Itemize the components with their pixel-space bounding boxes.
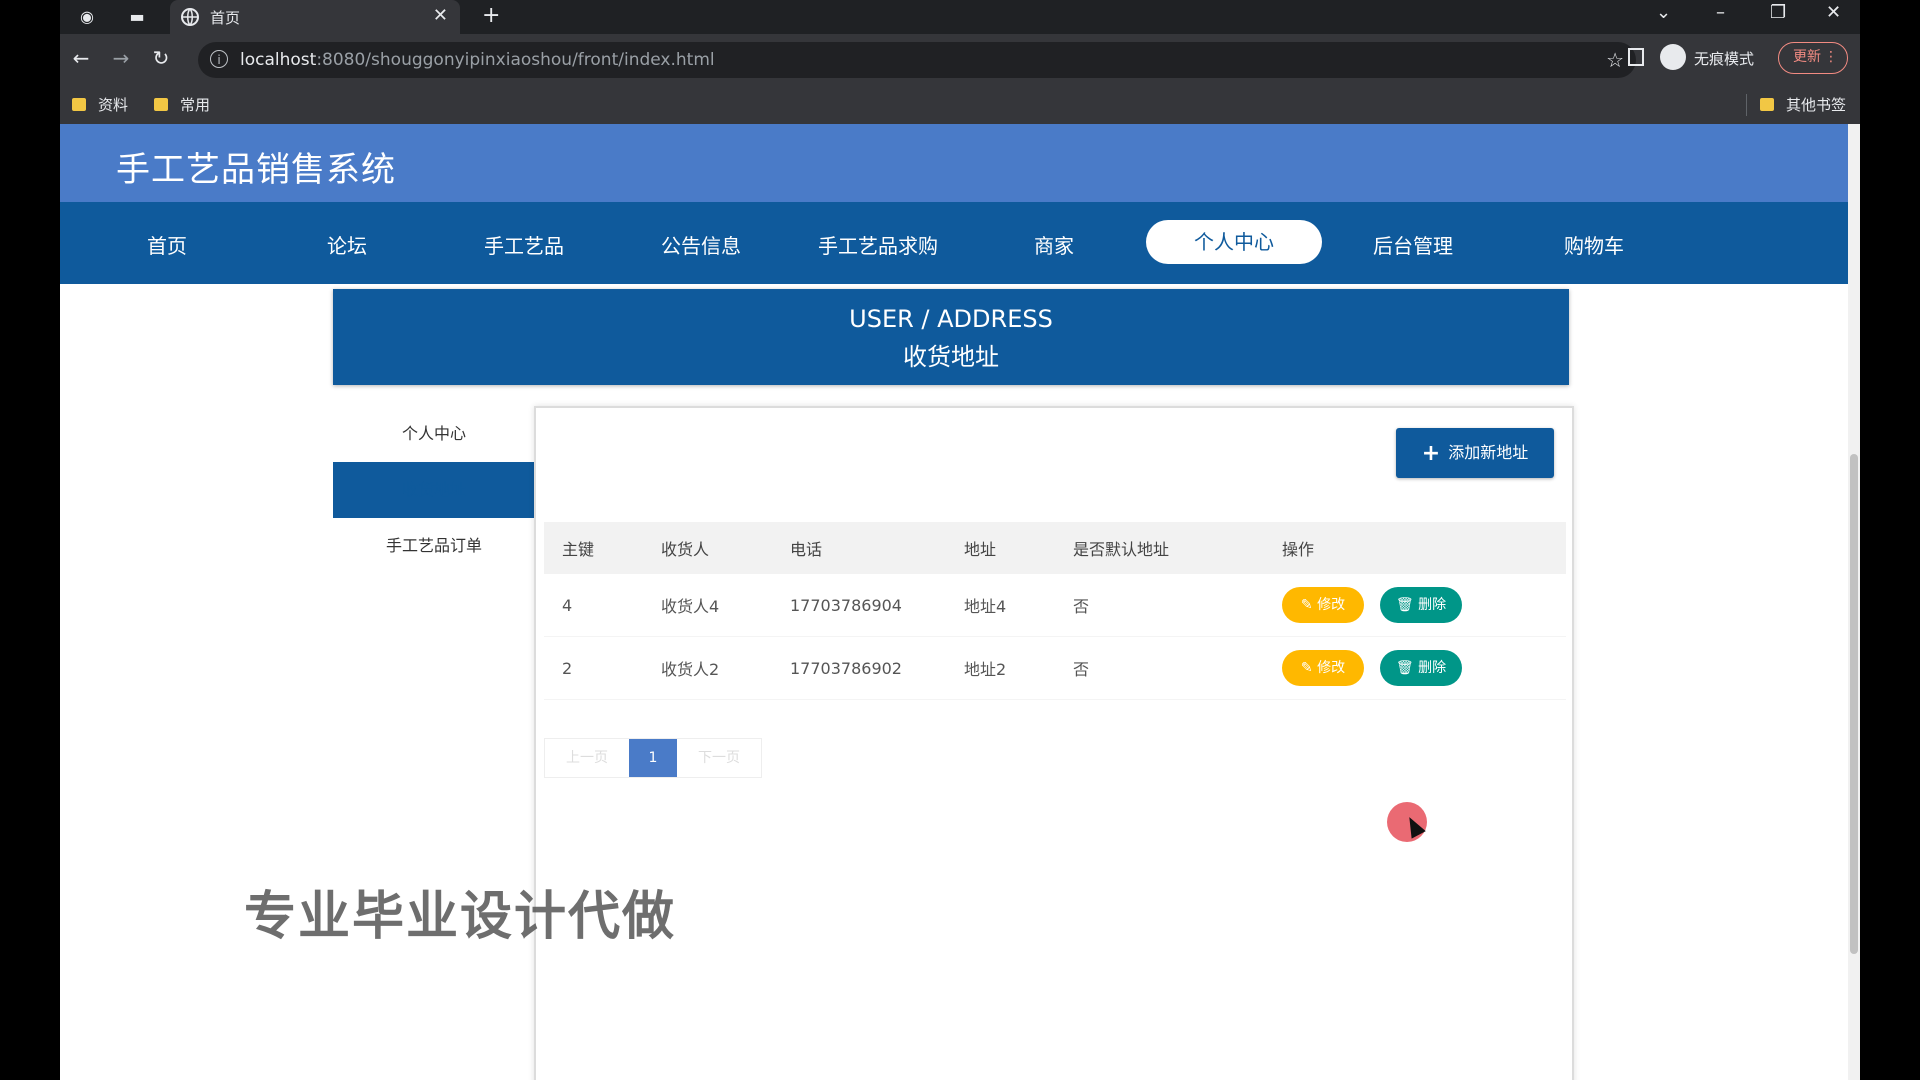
other-bookmarks[interactable]: 其他书签 bbox=[1760, 94, 1846, 115]
bookmark-divider bbox=[1746, 94, 1747, 116]
banner-en-title: USER / ADDRESS bbox=[849, 305, 1053, 333]
plus-icon: + bbox=[1421, 441, 1441, 466]
pencil-icon: ✎ bbox=[1300, 597, 1318, 613]
browser-window: ◉ ▬ 首页 ✕ + ⌄ – ❐ ✕ ← → ↻ i localhost:808… bbox=[60, 0, 1860, 1080]
main-nav: 首页 论坛 手工艺品 公告信息 手工艺品求购 商家 个人中心 后台管理 购物车 bbox=[60, 202, 1848, 284]
minimize-icon[interactable]: – bbox=[1716, 2, 1725, 23]
reload-icon[interactable]: ↻ bbox=[148, 46, 174, 70]
watermark-text: 专业毕业设计代做 bbox=[244, 887, 677, 947]
window-icon[interactable]: ▬ bbox=[126, 6, 148, 28]
cell-phone: 17703786902 bbox=[772, 636, 946, 700]
incognito-icon[interactable] bbox=[1660, 44, 1686, 70]
tab-title: 首页 bbox=[210, 9, 241, 27]
sidebar: 个人中心 收货地址 手工艺品订单 bbox=[333, 406, 535, 574]
side-panel-icon[interactable] bbox=[1628, 48, 1644, 66]
pencil-icon: ✎ bbox=[1300, 660, 1318, 676]
delete-button[interactable]: 🗑 删除 bbox=[1380, 587, 1462, 623]
sidebar-item-orders[interactable]: 手工艺品订单 bbox=[333, 518, 535, 574]
tab-favicon-icon bbox=[181, 8, 199, 26]
next-page-button[interactable]: 下一页 bbox=[677, 739, 761, 777]
prev-page-button[interactable]: 上一页 bbox=[545, 739, 629, 777]
nav-admin[interactable]: 后台管理 bbox=[1338, 230, 1488, 259]
web-page: 手工艺品销售系统 首页 论坛 手工艺品 公告信息 手工艺品求购 商家 个人中心 … bbox=[60, 124, 1848, 1080]
cell-default: 否 bbox=[1055, 636, 1264, 700]
forward-icon[interactable]: → bbox=[108, 46, 134, 70]
trash-icon: 🗑 bbox=[1395, 597, 1419, 613]
restore-icon[interactable]: ❐ bbox=[1770, 2, 1786, 23]
trash-icon: 🗑 bbox=[1395, 660, 1419, 676]
column-header: 收货人 bbox=[643, 522, 772, 574]
table-header: 主键 收货人 电话 地址 是否默认地址 操作 bbox=[544, 522, 1566, 574]
pagination: 上一页 1 下一页 bbox=[544, 738, 762, 778]
cell-name: 收货人4 bbox=[643, 574, 772, 637]
nav-merchants[interactable]: 商家 bbox=[979, 230, 1129, 259]
close-window-icon[interactable]: ✕ bbox=[1826, 2, 1841, 23]
nav-announcements[interactable]: 公告信息 bbox=[626, 230, 776, 259]
bookmark-folder[interactable]: 常用 bbox=[154, 94, 210, 115]
column-header: 是否默认地址 bbox=[1055, 522, 1264, 574]
cell-id: 2 bbox=[544, 636, 643, 700]
folder-icon bbox=[72, 98, 86, 111]
tab-bar: ◉ ▬ 首页 ✕ + ⌄ – ❐ ✕ bbox=[60, 0, 1860, 34]
current-page-button[interactable]: 1 bbox=[629, 739, 677, 777]
banner-cn-title: 收货地址 bbox=[903, 343, 999, 371]
edit-button[interactable]: ✎ 修改 bbox=[1282, 587, 1364, 623]
bookmark-folder[interactable]: 资料 bbox=[72, 94, 128, 115]
add-address-button[interactable]: + 添加新地址 bbox=[1396, 428, 1554, 478]
cell-actions: ✎ 修改 🗑 删除 bbox=[1264, 574, 1566, 637]
cell-default: 否 bbox=[1055, 574, 1264, 637]
nav-forum[interactable]: 论坛 bbox=[272, 230, 422, 259]
cell-address: 地址4 bbox=[946, 574, 1055, 637]
bookmark-star-icon[interactable]: ☆ bbox=[1606, 48, 1624, 72]
globe-icon[interactable]: ◉ bbox=[76, 6, 98, 28]
cell-actions: ✎ 修改 🗑 删除 bbox=[1264, 636, 1566, 700]
close-tab-icon[interactable]: ✕ bbox=[433, 5, 448, 26]
menu-dots-icon[interactable]: ⋮ bbox=[1824, 43, 1838, 72]
column-header: 主键 bbox=[544, 522, 643, 574]
site-title: 手工艺品销售系统 bbox=[116, 150, 396, 190]
table-row: 2 收货人2 17703786902 地址2 否 ✎ 修改 🗑 删除 bbox=[544, 636, 1566, 700]
sidebar-item-address[interactable]: 收货地址 bbox=[333, 462, 535, 518]
cell-name: 收货人2 bbox=[643, 636, 772, 700]
table-row: 4 收货人4 17703786904 地址4 否 ✎ 修改 🗑 删除 bbox=[544, 574, 1566, 637]
delete-button[interactable]: 🗑 删除 bbox=[1380, 650, 1462, 686]
site-info-icon[interactable]: i bbox=[210, 50, 228, 68]
cell-address: 地址2 bbox=[946, 636, 1055, 700]
page-scrollbar[interactable] bbox=[1848, 124, 1860, 1080]
browser-toolbar: ← → ↻ i localhost:8080/shouggonyipinxiao… bbox=[60, 34, 1860, 86]
incognito-label: 无痕模式 bbox=[1694, 50, 1755, 68]
address-bar[interactable]: i localhost:8080/shouggonyipinxiaoshou/f… bbox=[198, 42, 1636, 78]
cell-phone: 17703786904 bbox=[772, 574, 946, 637]
sidebar-item-personal-center[interactable]: 个人中心 bbox=[333, 406, 535, 462]
address-panel: + 添加新地址 主键 收货人 电话 地址 是否默认地址 操作 4 收货人4 17… bbox=[534, 406, 1574, 1080]
column-header: 操作 bbox=[1264, 522, 1566, 574]
site-header: 手工艺品销售系统 bbox=[60, 124, 1848, 202]
back-icon[interactable]: ← bbox=[68, 46, 94, 70]
folder-icon bbox=[1760, 98, 1774, 111]
nav-cart[interactable]: 购物车 bbox=[1519, 230, 1669, 259]
nav-purchase-requests[interactable]: 手工艺品求购 bbox=[803, 230, 953, 259]
column-header: 地址 bbox=[946, 522, 1055, 574]
nav-personal-center[interactable]: 个人中心 bbox=[1146, 220, 1322, 264]
scrollbar-thumb[interactable] bbox=[1850, 454, 1858, 954]
cell-id: 4 bbox=[544, 574, 643, 637]
tab-search-icon[interactable]: ⌄ bbox=[1656, 2, 1671, 23]
bookmarks-bar: 资料 常用 其他书签 bbox=[60, 86, 1860, 125]
url-text[interactable]: localhost:8080/shouggonyipinxiaoshou/fro… bbox=[240, 50, 715, 70]
column-header: 电话 bbox=[772, 522, 946, 574]
new-tab-button[interactable]: + bbox=[482, 3, 500, 28]
edit-button[interactable]: ✎ 修改 bbox=[1282, 650, 1364, 686]
update-button[interactable]: 更新 ⋮ bbox=[1778, 42, 1848, 74]
page-banner: USER / ADDRESS 收货地址 bbox=[333, 289, 1569, 385]
folder-icon bbox=[154, 98, 168, 111]
browser-tab[interactable]: 首页 ✕ bbox=[170, 0, 460, 34]
nav-home[interactable]: 首页 bbox=[92, 230, 242, 259]
address-table: 主键 收货人 电话 地址 是否默认地址 操作 4 收货人4 1770378690… bbox=[544, 522, 1566, 700]
nav-handicrafts[interactable]: 手工艺品 bbox=[449, 230, 599, 259]
